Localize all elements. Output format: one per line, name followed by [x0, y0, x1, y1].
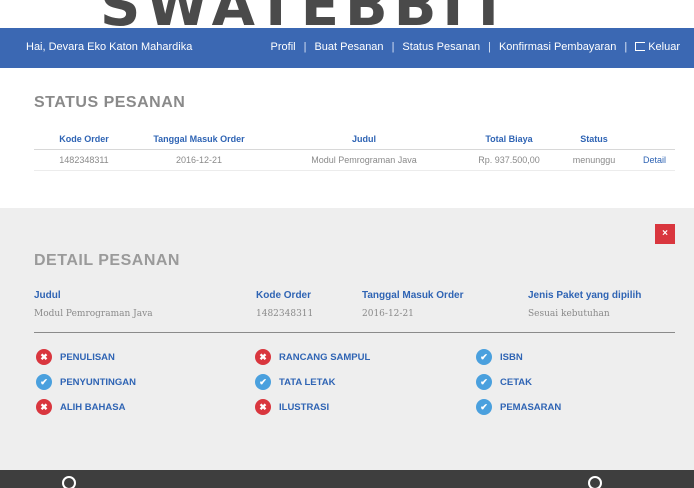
cell-kode: 1482348311: [34, 149, 134, 171]
col-tanggal-masuk: Tanggal Masuk Order: [134, 130, 264, 150]
col-kode-order: Kode Order: [34, 130, 134, 150]
service-label: ALIH BAHASA: [60, 401, 126, 413]
nav-buat-pesanan[interactable]: Buat Pesanan: [314, 41, 383, 53]
col-action: [634, 130, 675, 150]
footer-left-icon: [62, 476, 76, 488]
field-kode-value: 1482348311: [256, 309, 314, 319]
footer-right-icon: [588, 476, 602, 488]
nav-logout[interactable]: Keluar: [635, 41, 680, 53]
check-icon: ✔: [476, 349, 492, 365]
check-icon: ✔: [255, 374, 271, 390]
cross-icon: ✖: [36, 399, 52, 415]
navbar: Hai, Devara Eko Katon Mahardika Profil |…: [0, 28, 694, 68]
field-tanggal-label: Tanggal Masuk Order: [362, 290, 464, 301]
field-tanggal-value: 2016-12-21: [362, 309, 414, 319]
table-row: 1482348311 2016-12-21 Modul Pemrograman …: [34, 149, 675, 171]
service-label: TATA LETAK: [279, 376, 336, 388]
field-judul-label: Judul: [34, 290, 61, 301]
nav-separator: |: [391, 41, 395, 53]
service-item: ✔ ISBN: [476, 349, 523, 365]
field-paket: Jenis Paket yang dipilih Sesuai kebutuha…: [528, 290, 641, 319]
service-item: ✖ RANCANG SAMPUL: [255, 349, 370, 365]
field-kode-label: Kode Order: [256, 290, 312, 301]
service-label: PENULISAN: [60, 351, 115, 363]
nav-status-pesanan[interactable]: Status Pesanan: [402, 41, 480, 53]
cell-tanggal: 2016-12-21: [134, 149, 264, 171]
logout-label: Keluar: [648, 41, 680, 53]
site-header: SWATEBBIT: [0, 0, 694, 28]
user-greeting: Hai, Devara Eko Katon Mahardika: [26, 41, 193, 53]
cross-icon: ✖: [255, 399, 271, 415]
detail-panel: × DETAIL PESANAN Judul Modul Pemrograman…: [0, 208, 694, 470]
service-item: ✖ ILUSTRASI: [255, 399, 329, 415]
service-item: ✖ ALIH BAHASA: [36, 399, 125, 415]
orders-header-row: Kode Order Tanggal Masuk Order Judul Tot…: [34, 130, 675, 150]
nav-konfirmasi-pembayaran[interactable]: Konfirmasi Pembayaran: [499, 41, 616, 53]
col-status: Status: [554, 130, 634, 150]
nav-separator: |: [488, 41, 491, 53]
logout-icon: [635, 42, 646, 51]
close-icon: ×: [662, 228, 668, 239]
service-label: PENYUNTINGAN: [60, 376, 137, 388]
detail-divider: [34, 332, 675, 333]
service-item: ✖ PENULISAN: [36, 349, 115, 365]
footer: [0, 470, 694, 488]
service-item: ✔ PEMASARAN: [476, 399, 561, 415]
status-title: STATUS PESANAN: [34, 94, 186, 111]
service-label: ILUSTRASI: [279, 401, 330, 413]
service-label: CETAK: [500, 376, 533, 388]
field-tanggal: Tanggal Masuk Order 2016-12-21: [362, 290, 464, 319]
service-item: ✔ PENYUNTINGAN: [36, 374, 136, 390]
check-icon: ✔: [476, 374, 492, 390]
detail-title: DETAIL PESANAN: [34, 252, 180, 269]
nav-links: Profil | Buat Pesanan | Status Pesanan |…: [271, 41, 680, 53]
nav-separator: |: [303, 41, 307, 53]
cell-judul: Modul Pemrograman Java: [264, 149, 464, 171]
cell-biaya: Rp. 937.500,00: [464, 149, 554, 171]
check-icon: ✔: [36, 374, 52, 390]
field-kode: Kode Order 1482348311: [256, 290, 313, 319]
field-paket-label: Jenis Paket yang dipilih: [528, 290, 642, 301]
orders-table: Kode Order Tanggal Masuk Order Judul Tot…: [34, 130, 675, 171]
close-button[interactable]: ×: [655, 224, 675, 244]
nav-separator: |: [624, 41, 628, 53]
service-label: ISBN: [500, 351, 523, 363]
cross-icon: ✖: [255, 349, 271, 365]
nav-profil[interactable]: Profil: [271, 41, 296, 53]
col-total-biaya: Total Biaya: [464, 130, 554, 150]
service-label: RANCANG SAMPUL: [279, 351, 371, 363]
cross-icon: ✖: [36, 349, 52, 365]
detail-link[interactable]: Detail: [634, 149, 675, 171]
service-item: ✔ CETAK: [476, 374, 532, 390]
service-item: ✔ TATA LETAK: [255, 374, 335, 390]
service-label: PEMASARAN: [500, 401, 562, 413]
field-judul: Judul Modul Pemrograman Java: [34, 290, 153, 319]
status-section: STATUS PESANAN Kode Order Tanggal Masuk …: [0, 68, 694, 208]
field-judul-value: Modul Pemrograman Java: [34, 309, 153, 319]
site-logo-text: SWATEBBIT: [100, 0, 513, 28]
field-paket-value: Sesuai kebutuhan: [528, 309, 610, 319]
cell-status: menunggu: [554, 149, 634, 171]
check-icon: ✔: [476, 399, 492, 415]
col-judul: Judul: [264, 130, 464, 150]
